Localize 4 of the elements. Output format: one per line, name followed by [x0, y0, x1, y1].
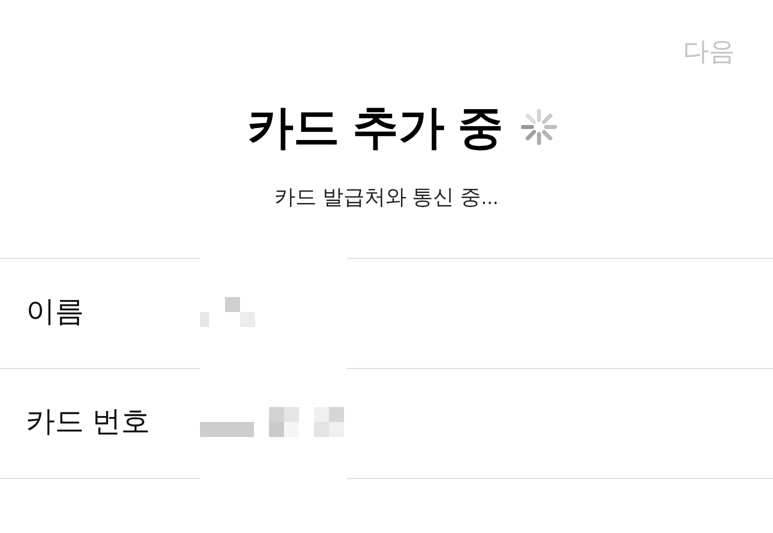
page-title: 카드 추가 중 [248, 100, 504, 154]
field-label: 이름 [26, 295, 84, 330]
field-label: 카드 번호 [26, 405, 150, 440]
status-text: 카드 발급처와 통신 중... [274, 185, 498, 211]
